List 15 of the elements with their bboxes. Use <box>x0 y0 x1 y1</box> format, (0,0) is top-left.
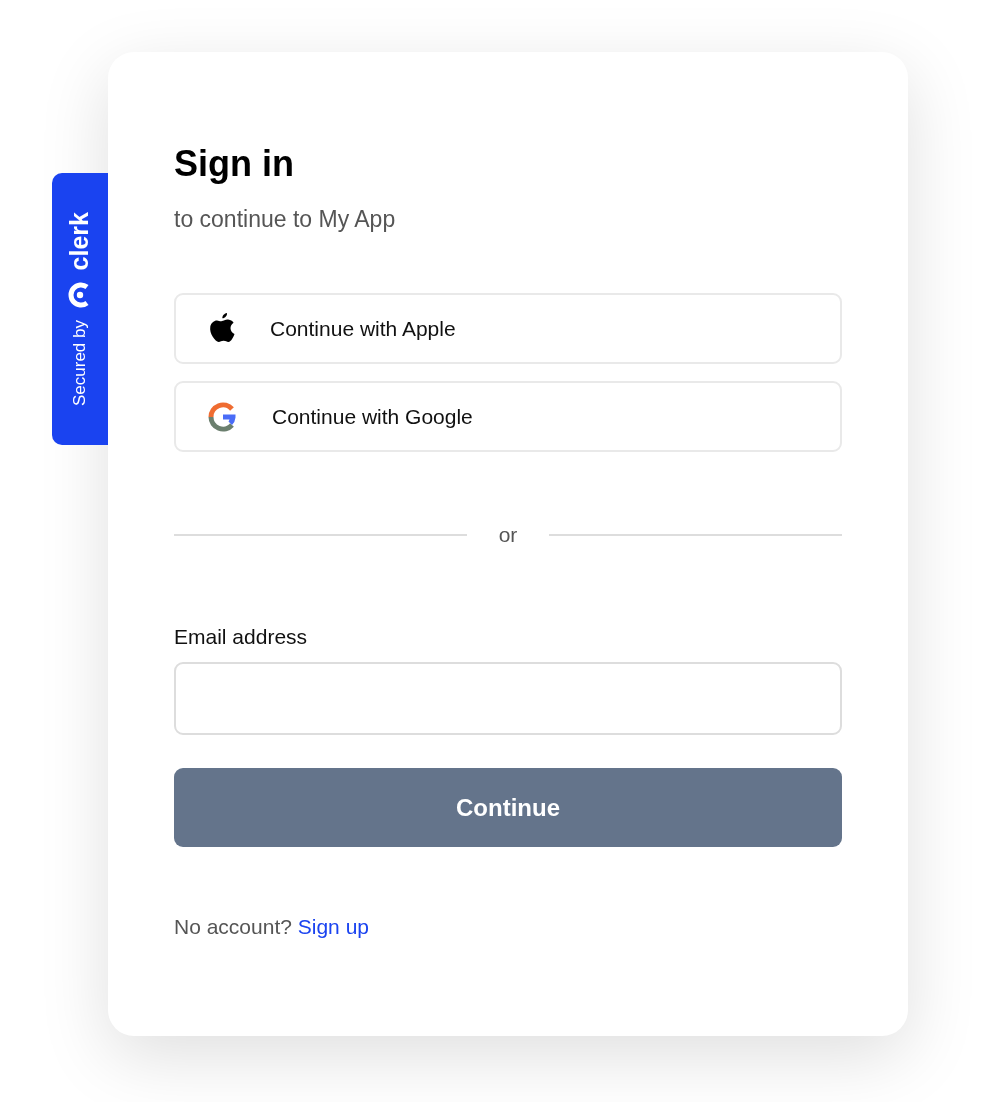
social-login-button[interactable]: Continue with Google <box>174 381 842 453</box>
divider-text: or <box>498 522 518 549</box>
secured-by-badge[interactable]: Secured by clerk <box>52 173 108 445</box>
subtitle: to continue to My App <box>174 204 397 234</box>
clerk-brand-text: clerk <box>64 211 95 271</box>
sign-up-link[interactable]: Sign up <box>297 915 369 939</box>
footer-text: No account? <box>174 915 292 939</box>
secured-by-label: Secured by <box>69 320 91 407</box>
google-icon <box>208 401 238 432</box>
social-login-button[interactable]: Continue with Apple <box>174 293 842 365</box>
email-field[interactable] <box>174 662 842 736</box>
apple-icon <box>208 312 236 345</box>
page-title: Sign in <box>174 144 295 184</box>
field-label: Email address <box>174 623 309 650</box>
continue-button[interactable]: Continue <box>174 768 842 848</box>
